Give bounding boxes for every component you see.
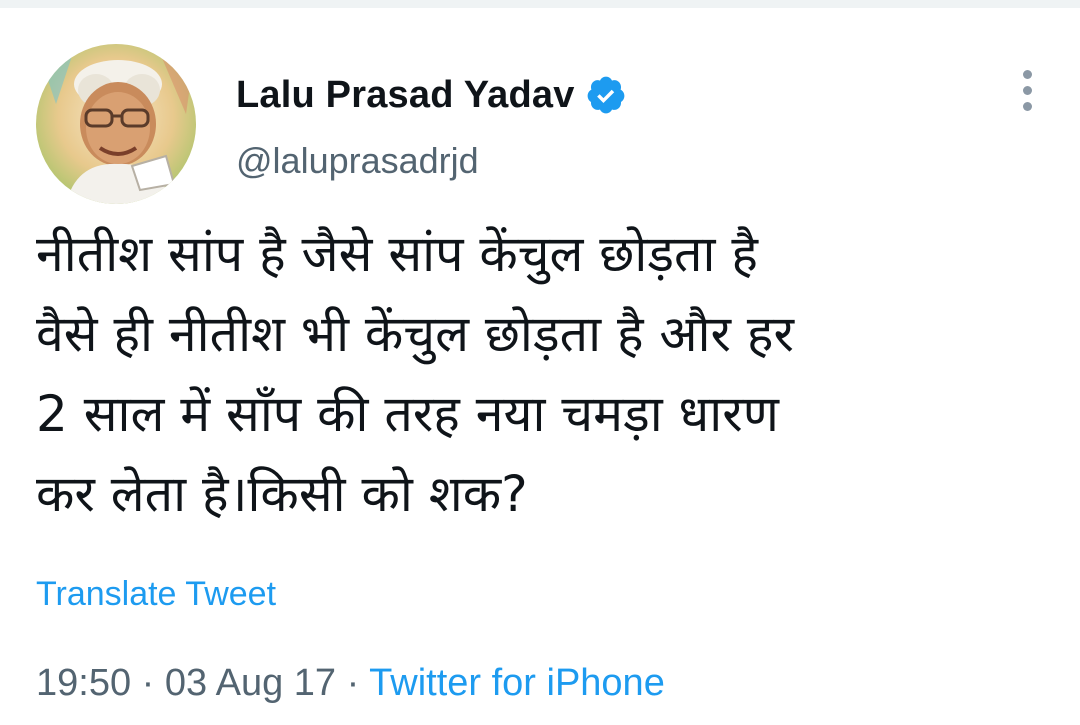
top-divider (0, 0, 1080, 8)
avatar[interactable] (36, 44, 196, 204)
tweet-time[interactable]: 19:50 (36, 662, 131, 704)
tweet-meta: 19:50 · 03 Aug 17 · Twitter for iPhone (36, 662, 665, 705)
tweet-header: Lalu Prasad Yadav @laluprasadrjd (36, 44, 1056, 204)
display-name-row: Lalu Prasad Yadav (236, 70, 627, 120)
author-handle[interactable]: @laluprasadrjd (236, 140, 627, 182)
profile-photo-illustration-icon (36, 44, 196, 204)
display-name[interactable]: Lalu Prasad Yadav (236, 74, 575, 117)
tweet-date[interactable]: 03 Aug 17 (165, 662, 336, 704)
translate-tweet-link[interactable]: Translate Tweet (36, 575, 276, 614)
more-vertical-icon[interactable] (1020, 70, 1034, 114)
author-info: Lalu Prasad Yadav @laluprasadrjd (236, 70, 627, 182)
meta-separator: · (336, 662, 370, 704)
meta-separator: · (131, 662, 165, 704)
tweet-source-link[interactable]: Twitter for iPhone (369, 662, 665, 704)
verified-badge-icon (585, 74, 627, 116)
tweet-text: नीतीश सांप है जैसे सांप केंचुल छोड़ता है… (36, 225, 794, 523)
